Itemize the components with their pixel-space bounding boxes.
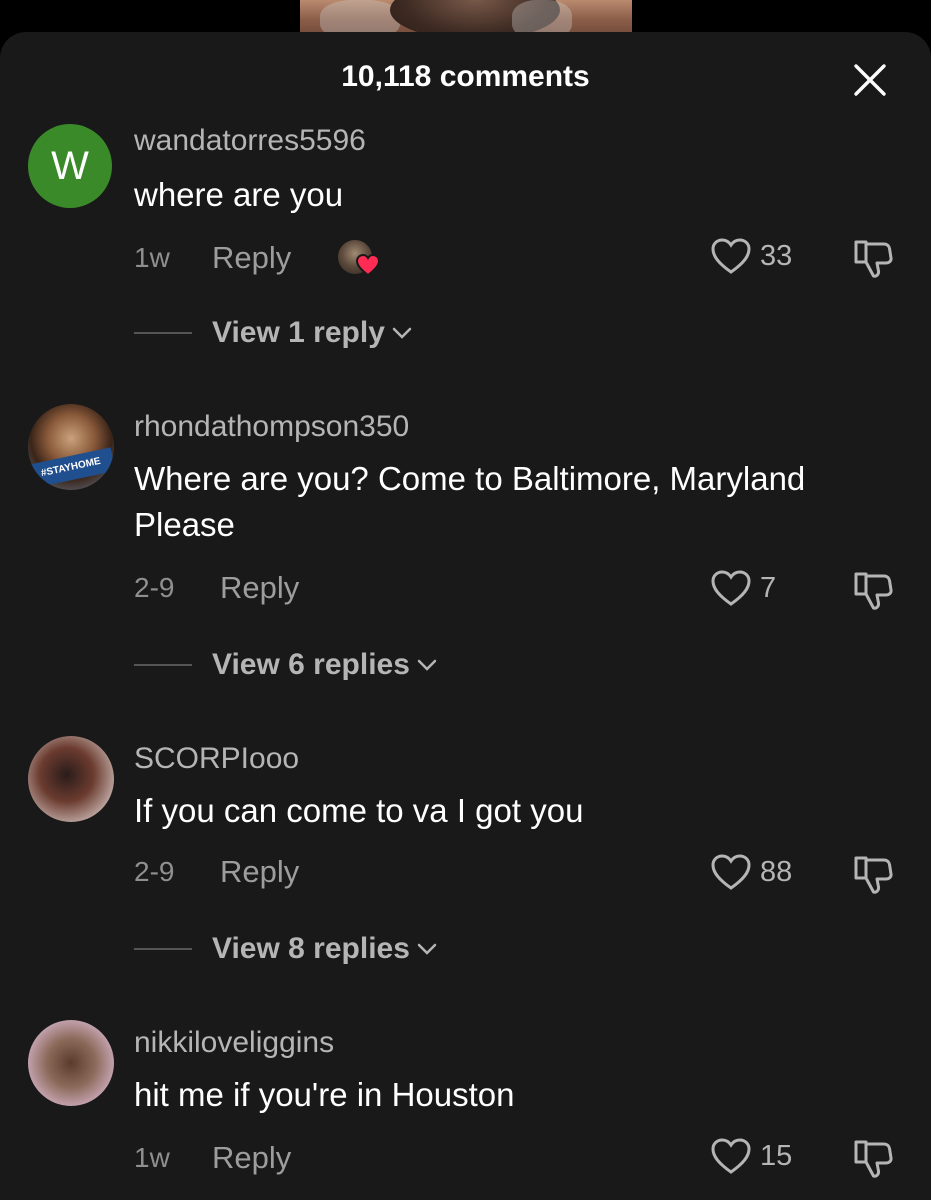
like-count: 33 bbox=[760, 239, 793, 272]
dislike-icon bbox=[854, 240, 893, 278]
comment-text: hit me if you're in Houston bbox=[134, 1076, 515, 1113]
dislike-icon bbox=[854, 856, 893, 894]
view-replies-label: View 1 reply bbox=[212, 316, 385, 349]
dislike-icon bbox=[854, 1140, 893, 1178]
comment-username[interactable]: SCORPIooo bbox=[134, 742, 299, 776]
reply-button[interactable]: Reply bbox=[220, 570, 299, 606]
heart-outline-icon bbox=[711, 1138, 751, 1174]
like-count: 7 bbox=[760, 571, 777, 604]
chevron-down-icon bbox=[417, 659, 437, 671]
dislike-button[interactable] bbox=[850, 236, 896, 282]
view-replies-toggle[interactable]: View 6 replies bbox=[134, 648, 438, 682]
comment-text: If you can come to va I got you bbox=[134, 792, 584, 829]
like-count: 15 bbox=[760, 1139, 793, 1172]
comment-text: Where are you? Come to Baltimore, Maryla… bbox=[134, 460, 806, 543]
reply-button[interactable]: Reply bbox=[220, 854, 299, 890]
dislike-icon bbox=[854, 572, 893, 610]
avatar[interactable]: #STAYHOME bbox=[28, 404, 114, 490]
comment-time: 1w bbox=[134, 1142, 170, 1173]
comment-username[interactable]: wandatorres5596 bbox=[134, 124, 366, 158]
avatar[interactable] bbox=[28, 1020, 114, 1106]
comment-username[interactable]: nikkiloveliggins bbox=[134, 1026, 334, 1060]
view-replies-label: View 6 replies bbox=[212, 648, 410, 681]
like-button[interactable]: 88 bbox=[710, 852, 792, 892]
comment-time: 2-9 bbox=[134, 572, 175, 603]
close-icon bbox=[854, 64, 886, 96]
avatar[interactable] bbox=[28, 736, 114, 822]
comment-text: where are you bbox=[134, 176, 344, 213]
avatar-letter: W bbox=[51, 143, 89, 188]
comment-username[interactable]: rhondathompson350 bbox=[134, 410, 409, 444]
creator-liked-heart-icon bbox=[356, 254, 380, 276]
avatar[interactable]: W bbox=[28, 124, 112, 208]
dislike-button[interactable] bbox=[850, 1136, 896, 1182]
view-replies-toggle[interactable]: View 8 replies bbox=[134, 932, 438, 966]
reply-button[interactable]: Reply bbox=[212, 240, 291, 276]
comment-time: 2-9 bbox=[134, 856, 175, 887]
like-button[interactable]: 33 bbox=[710, 236, 792, 276]
creator-liked-badge bbox=[336, 238, 380, 282]
like-count: 88 bbox=[760, 855, 793, 888]
heart-outline-icon bbox=[711, 238, 751, 274]
reply-button[interactable]: Reply bbox=[212, 1140, 291, 1176]
chevron-down-icon bbox=[392, 327, 412, 339]
dislike-button[interactable] bbox=[850, 568, 896, 614]
comment-time: 1w bbox=[134, 242, 170, 273]
view-replies-label: View 8 replies bbox=[212, 932, 410, 965]
comments-count-title: 10,118 comments bbox=[341, 60, 590, 93]
close-button[interactable] bbox=[848, 60, 892, 100]
dislike-button[interactable] bbox=[850, 852, 896, 898]
heart-outline-icon bbox=[711, 570, 751, 606]
view-replies-toggle[interactable]: View 1 reply bbox=[134, 316, 413, 350]
like-button[interactable]: 7 bbox=[710, 568, 776, 608]
heart-outline-icon bbox=[711, 854, 751, 890]
like-button[interactable]: 15 bbox=[710, 1136, 792, 1176]
chevron-down-icon bbox=[417, 943, 437, 955]
